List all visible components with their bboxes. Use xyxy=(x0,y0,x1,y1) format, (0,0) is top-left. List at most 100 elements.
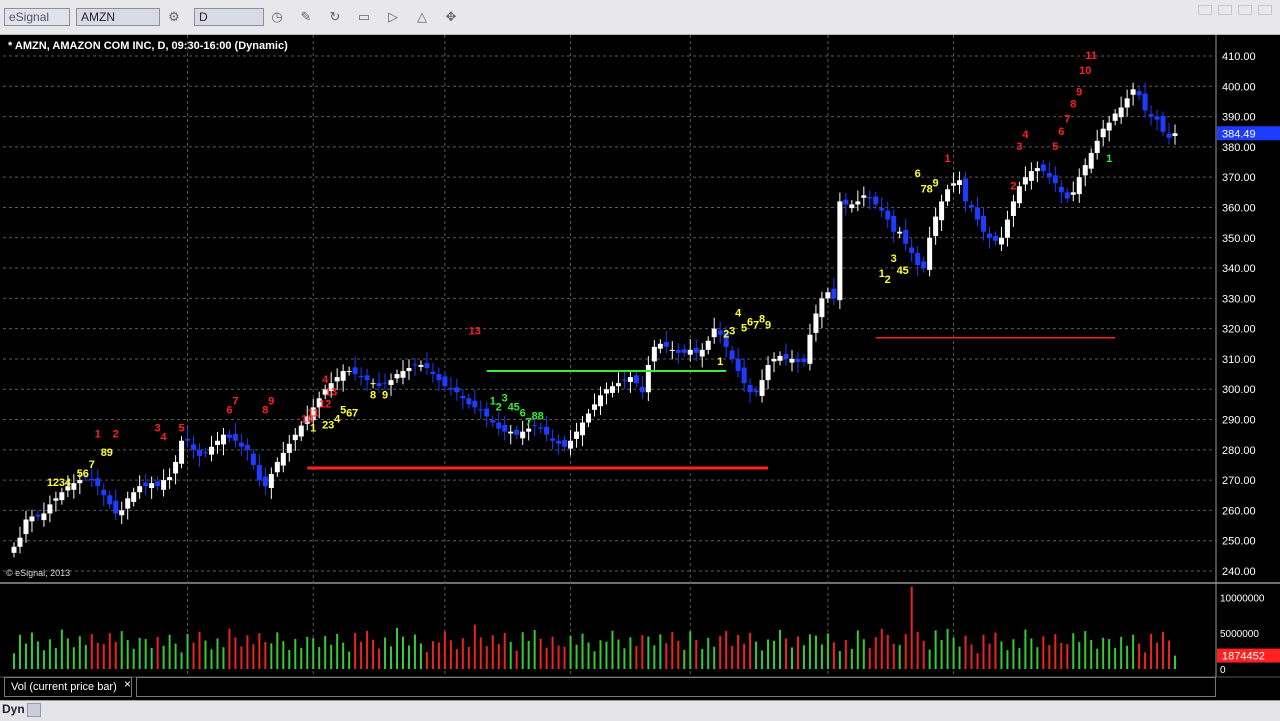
volume-bar xyxy=(743,643,746,669)
volume-bar xyxy=(72,647,75,669)
volume-bar xyxy=(731,645,734,669)
y-tick-label: 380.00 xyxy=(1222,142,1256,154)
volume-bar xyxy=(312,638,315,669)
volume-bar xyxy=(880,628,883,669)
candle-body xyxy=(855,201,861,205)
play-icon[interactable]: ▷ xyxy=(384,8,402,26)
volume-bar xyxy=(862,639,865,669)
volume-pane-input[interactable] xyxy=(136,677,1216,697)
candle-body xyxy=(77,480,83,484)
volume-bar xyxy=(922,640,925,669)
candle-body xyxy=(191,444,197,450)
interval-select[interactable]: D xyxy=(194,8,264,26)
volume-bar xyxy=(413,634,416,669)
volume-bar xyxy=(126,639,129,669)
candle-body xyxy=(885,210,891,220)
chart-canvas[interactable]: 410.00 400.00 390.00 380.00 370.00 360.00 350.… xyxy=(0,35,1280,700)
volume-bar xyxy=(330,644,333,669)
volume-bar xyxy=(1006,650,1009,669)
candle-body xyxy=(819,298,825,318)
candle-body xyxy=(364,375,370,381)
maximize-button[interactable] xyxy=(1218,5,1232,15)
volume-bar xyxy=(479,637,482,669)
candle-body xyxy=(388,380,394,385)
dyn-toggle-icon[interactable] xyxy=(26,702,41,717)
volume-bar xyxy=(186,633,189,669)
candle-body xyxy=(119,510,125,516)
crosshair-icon[interactable]: ✥ xyxy=(442,8,460,26)
candle-body xyxy=(1040,164,1046,172)
volume-bar xyxy=(755,641,758,669)
clock-icon[interactable]: ◷ xyxy=(268,8,286,26)
volume-bar xyxy=(593,651,596,669)
candle-body xyxy=(915,252,921,266)
candle-body xyxy=(615,383,621,387)
volume-bar xyxy=(234,637,237,669)
close-icon[interactable]: × xyxy=(124,677,131,691)
volume-bar xyxy=(808,634,811,669)
candle-body xyxy=(747,384,753,393)
app-label[interactable]: eSignal xyxy=(4,8,70,26)
volume-bar xyxy=(162,645,165,669)
volume-bar xyxy=(1012,639,1015,669)
volume-bar xyxy=(719,635,722,669)
candle-body xyxy=(394,374,400,379)
volume-bar xyxy=(425,652,428,669)
symbol-input[interactable]: AMZN xyxy=(76,8,160,26)
candle-body xyxy=(490,420,496,423)
candle-body xyxy=(214,440,220,445)
volume-bar xyxy=(952,637,955,669)
gear-icon[interactable]: ⚙ xyxy=(165,8,183,26)
candle-body xyxy=(903,229,909,244)
candle-body xyxy=(496,422,502,429)
volume-bar xyxy=(1054,634,1057,669)
dyn-button[interactable]: Dyn xyxy=(2,702,42,717)
candle-body xyxy=(711,328,717,338)
candle-body xyxy=(161,480,167,490)
volume-bar xyxy=(1036,647,1039,669)
candle-body xyxy=(717,330,723,335)
count-label: 2 xyxy=(885,274,891,286)
volume-bar xyxy=(485,646,488,669)
volume-bar xyxy=(545,647,548,669)
candle-body xyxy=(53,498,59,501)
volume-bar xyxy=(725,631,728,669)
candle-body xyxy=(807,334,813,364)
count-label: 3 xyxy=(729,326,735,338)
candle-body xyxy=(843,199,849,205)
candle-body xyxy=(562,440,568,447)
volume-bar xyxy=(695,640,698,669)
candle-body xyxy=(1100,128,1106,138)
candle-body xyxy=(484,408,490,417)
volume-pane-label[interactable]: Vol (current price bar) xyxy=(4,677,132,697)
candle-body xyxy=(298,425,304,437)
count-label: 9 xyxy=(933,177,939,189)
count-label: 6 xyxy=(1058,126,1064,138)
volume-bar xyxy=(384,637,387,669)
volume-bar xyxy=(958,646,961,669)
alert-icon[interactable]: △ xyxy=(413,8,431,26)
volume-bar xyxy=(838,651,841,669)
volume-bar xyxy=(282,641,285,669)
y-tick-label: 270.00 xyxy=(1222,475,1256,487)
y-tick-label: 250.00 xyxy=(1222,536,1256,548)
volume-bar xyxy=(1048,645,1051,669)
minimize-button[interactable] xyxy=(1198,5,1212,15)
candle-body xyxy=(1076,177,1082,195)
candle-body xyxy=(280,452,286,466)
candle-body xyxy=(801,358,807,362)
volume-bar xyxy=(874,637,877,669)
restore-button[interactable] xyxy=(1238,5,1252,15)
close-button[interactable] xyxy=(1258,5,1272,15)
pencil-icon[interactable]: ✎ xyxy=(297,8,315,26)
window-icon[interactable]: ▭ xyxy=(355,8,373,26)
y-tick-label: 310.00 xyxy=(1222,354,1256,366)
refresh-icon[interactable]: ↻ xyxy=(326,8,344,26)
candle-body xyxy=(639,386,645,393)
candle-body xyxy=(1094,140,1100,153)
count-label: 6 xyxy=(915,168,921,180)
candle-body xyxy=(1112,113,1118,121)
candle-body xyxy=(436,374,442,381)
volume-bar xyxy=(258,633,261,669)
candle-body xyxy=(340,371,346,381)
